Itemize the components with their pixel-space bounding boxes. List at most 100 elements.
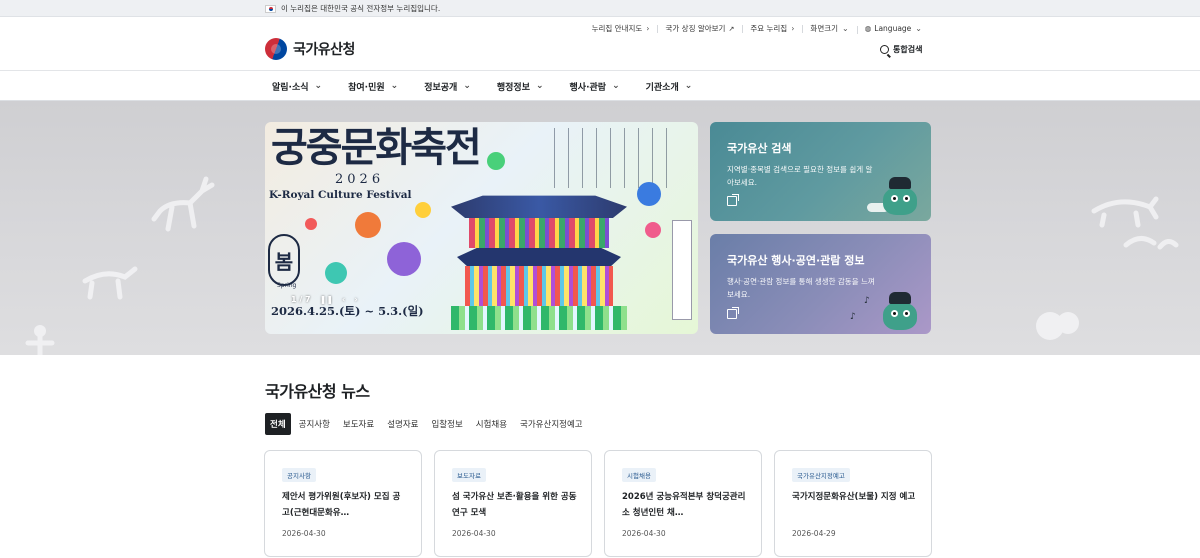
chevron-down-icon: ⌄ [314, 81, 323, 91]
chevron-down-icon: ⌄ [535, 81, 544, 91]
nav-item-admin-info[interactable]: 행정정보 ⌄ [497, 71, 544, 101]
haechi-mascot-icon [867, 177, 921, 217]
slide-year: 2026 [335, 172, 385, 187]
card-description: 지역별·종목별 검색으로 필요한 정보를 쉽게 알아보세요. [727, 165, 873, 187]
festival-banner-slide[interactable]: 궁중문화축전 2026 K-Royal Culture Festival 봄 S… [265, 122, 698, 334]
utility-label: 주요 누리집 [750, 24, 788, 33]
chevron-down-icon: ⌄ [915, 24, 922, 33]
chevron-right-icon: › [791, 24, 795, 33]
external-link-icon: ↗ [728, 24, 735, 33]
events-info-card[interactable]: 국가유산 행사·공연·관람 정보 행사·공연·관람 정보를 통해 생생한 감동을… [710, 234, 931, 334]
news-card[interactable]: 국가유산지정예고 국가지정문화유산(보물) 지정 예고 2026-04-29 [774, 450, 932, 557]
tab-bids[interactable]: 입찰정보 [426, 413, 467, 435]
petroglyph-animal-icon [82, 266, 138, 300]
chevron-right-icon: › [646, 24, 650, 33]
nav-item-about[interactable]: 기관소개 ⌄ [646, 71, 693, 101]
news-date: 2026-04-30 [622, 529, 666, 538]
site-logo[interactable]: 국가유산청 [265, 38, 355, 60]
gov-banner-text: 이 누리집은 대한민국 공식 전자정부 누리집입니다. [281, 4, 441, 13]
palace-upper-body [469, 218, 609, 248]
chevron-down-icon: ⌄ [463, 81, 471, 91]
slide-season-mark: 봄 [268, 234, 300, 286]
tab-all[interactable]: 전체 [265, 413, 291, 435]
confetti-dot [415, 202, 431, 218]
nav-item-events[interactable]: 행사·관람 ⌄ [570, 71, 620, 101]
tab-recruitment[interactable]: 시험채용 [471, 413, 512, 435]
card-title: 국가유산 행사·공연·관람 정보 [727, 254, 865, 267]
globe-icon: ◍ [864, 24, 872, 33]
news-card[interactable]: 공지사항 제안서 평가위원(후보자) 모집 공고(근현대문화유… 2026-04… [264, 450, 422, 557]
tab-explanations[interactable]: 설명자료 [382, 413, 423, 435]
mascot-body [883, 302, 917, 330]
chevron-down-icon: ⌄ [390, 81, 399, 91]
petroglyph-rabbit-icon [1123, 236, 1179, 250]
confetti-dot [387, 242, 421, 276]
nav-item-news[interactable]: 알림·소식 ⌄ [272, 71, 322, 101]
confetti-dot [637, 182, 661, 206]
mascot-hat [889, 292, 911, 304]
nav-item-participation[interactable]: 참여·민원 ⌄ [348, 71, 398, 101]
utility-label: 누리집 안내지도 [591, 24, 643, 33]
nav-label: 정보공개 [424, 82, 458, 93]
mascot-eye [891, 195, 898, 202]
news-title: 섬 국가유산 보존·활용을 위한 공동연구 모색 [452, 492, 577, 518]
news-title: 2026년 궁능유적본부 창덕궁관리소 청년인턴 채… [622, 492, 746, 518]
utility-screen-size-dropdown[interactable]: 화면크기 ⌄ [802, 23, 856, 34]
news-tabs: 전체 공지사항 보도자료 설명자료 입찰정보 시험채용 국가유산지정예고 [265, 413, 591, 435]
nav-label: 행정정보 [496, 82, 530, 93]
confetti-dot [355, 212, 381, 238]
mascot-eye [903, 310, 910, 317]
site-header: 누리집 안내지도 › 국가 상징 알아보기 ↗ 주요 누리집 › 화면크기 ⌄ ◍ Lan… [0, 17, 1200, 71]
news-category-badge: 공지사항 [282, 468, 316, 482]
utility-menu: 누리집 안내지도 › 국가 상징 알아보기 ↗ 주요 누리집 › 화면크기 ⌄ ◍ Lan… [584, 23, 930, 34]
music-note-icon: ♪ [850, 312, 856, 322]
music-note-icon: ♪ [864, 296, 870, 306]
tab-notices[interactable]: 공지사항 [294, 413, 335, 435]
korean-flag-icon [265, 4, 276, 13]
chevron-down-icon: ⌄ [612, 81, 620, 91]
news-category-badge: 시험채용 [622, 468, 656, 482]
card-title: 국가유산 검색 [727, 142, 792, 155]
heritage-search-card[interactable]: 국가유산 검색 지역별·종목별 검색으로 필요한 정보를 쉽게 알아보세요. [710, 122, 931, 221]
palace-illustration [451, 190, 627, 330]
nav-label: 기관소개 [645, 82, 679, 93]
integrated-search-button[interactable]: 통합검색 [880, 44, 922, 55]
hero-section: 궁중문화축전 2026 K-Royal Culture Festival 봄 S… [0, 101, 1200, 355]
palace-lower-roof [457, 248, 621, 266]
confetti-dot [325, 262, 347, 284]
tab-designation-notice[interactable]: 국가유산지정예고 [515, 413, 588, 435]
external-link-icon [727, 194, 739, 206]
palace-lower-body [465, 266, 613, 306]
slide-vertical-text-pattern [545, 128, 675, 188]
chevron-down-icon: ⌄ [842, 24, 849, 33]
utility-label: 국가 상징 알아보기 [665, 24, 726, 33]
nav-item-disclosure[interactable]: 정보공개 ⌄ [424, 71, 471, 101]
chevron-down-icon: ⌄ [684, 81, 693, 91]
news-card[interactable]: 보도자료 섬 국가유산 보존·활용을 위한 공동연구 모색 2026-04-30 [434, 450, 592, 557]
taegeuk-logo-icon [265, 38, 287, 60]
gov-banner: 이 누리집은 대한민국 공식 전자정부 누리집입니다. [0, 0, 1200, 17]
utility-sitemap-link[interactable]: 누리집 안내지도 › [584, 23, 658, 34]
nav-label: 알림·소식 [272, 82, 309, 93]
slide-english-title: K-Royal Culture Festival [269, 189, 412, 201]
confetti-dot [487, 152, 505, 170]
haechi-mascot-icon [875, 292, 921, 332]
news-date: 2026-04-29 [792, 529, 836, 538]
news-section-title: 국가유산청 뉴스 [265, 382, 370, 401]
mascot-eye [903, 195, 910, 202]
palace-roof [451, 195, 627, 218]
news-title: 국가지정문화유산(보물) 지정 예고 [792, 492, 916, 502]
slide-title: 궁중문화축전 [271, 124, 482, 171]
mascot-hat [889, 177, 911, 189]
utility-national-symbols-link[interactable]: 국가 상징 알아보기 ↗ [657, 23, 742, 34]
utility-label: 화면크기 [810, 24, 839, 33]
utility-language-dropdown[interactable]: ◍ Language ⌄ [856, 24, 930, 34]
news-category-badge: 보도자료 [452, 468, 486, 482]
tab-press-releases[interactable]: 보도자료 [338, 413, 379, 435]
utility-main-sites-link[interactable]: 주요 누리집 › [742, 23, 802, 34]
news-date: 2026-04-30 [452, 529, 496, 538]
mascot-eye [891, 310, 898, 317]
nav-label: 참여·민원 [348, 82, 385, 93]
news-card[interactable]: 시험채용 2026년 궁능유적본부 창덕궁관리소 청년인턴 채… 2026-04… [604, 450, 762, 557]
petroglyph-deer-icon [151, 176, 215, 232]
